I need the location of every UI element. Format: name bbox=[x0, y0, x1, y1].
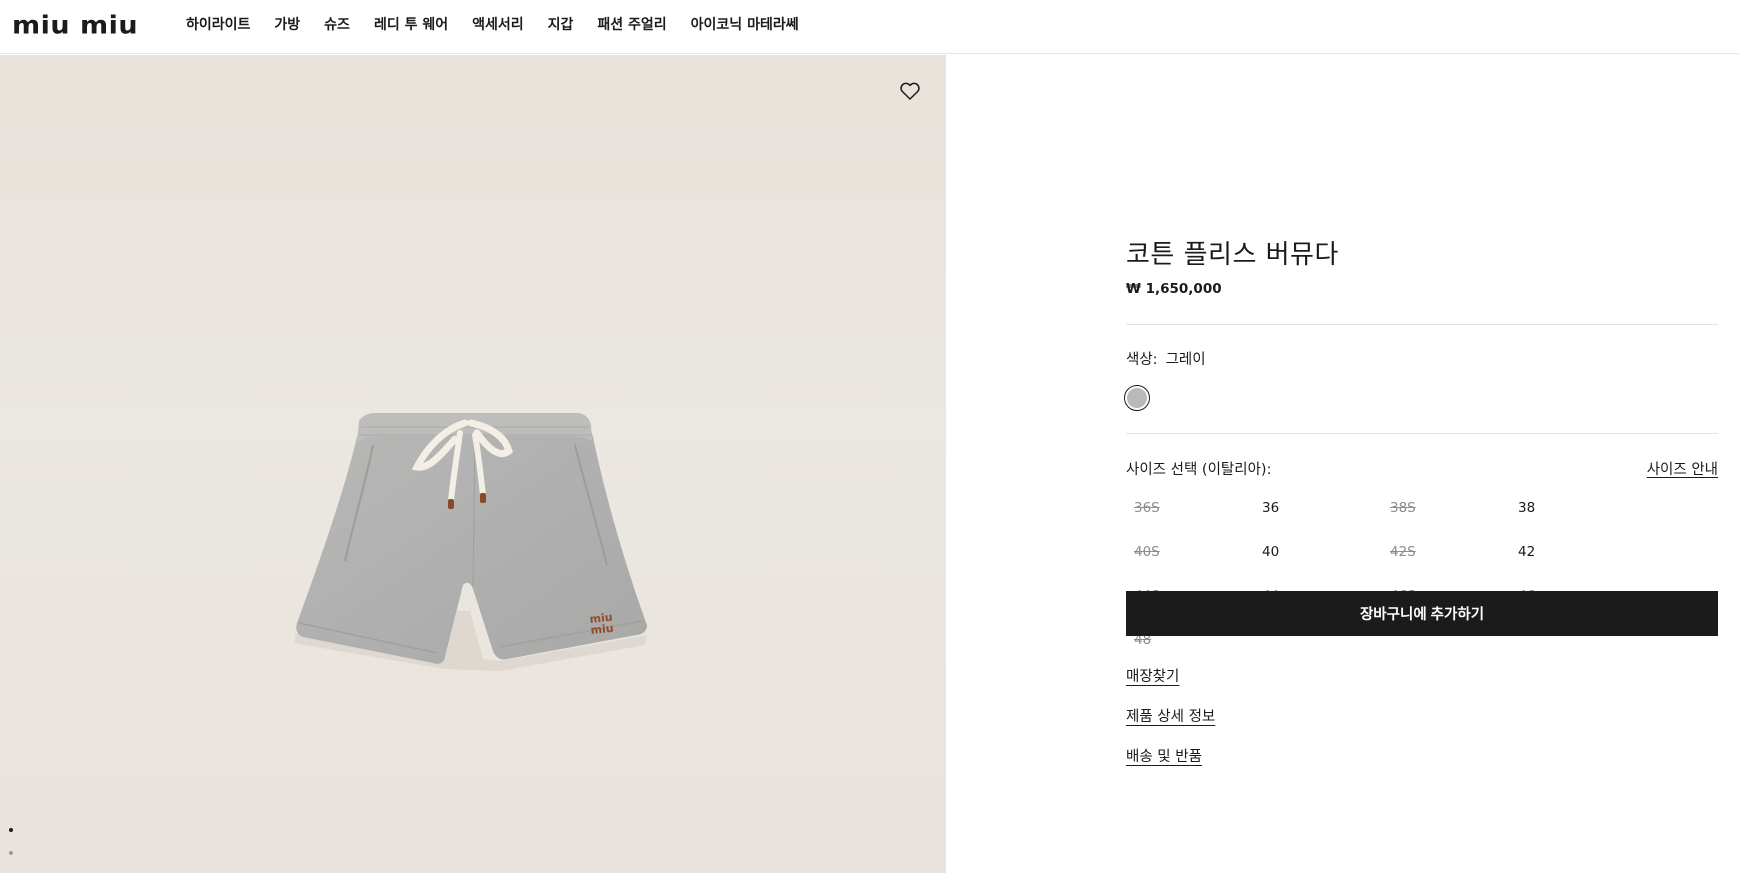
color-value: 그레이 bbox=[1165, 352, 1206, 368]
divider bbox=[1126, 324, 1718, 325]
find-store-link[interactable]: 매장찾기 bbox=[1126, 665, 1179, 686]
divider bbox=[1126, 433, 1718, 434]
brand-logo[interactable]: miu miu bbox=[12, 11, 138, 39]
wishlist-button[interactable] bbox=[898, 79, 922, 103]
size-option[interactable]: 36S bbox=[1126, 497, 1254, 541]
add-to-cart-button[interactable]: 장바구니에 추가하기 bbox=[1126, 591, 1718, 636]
nav-item-shoes[interactable]: 슈즈 bbox=[324, 15, 350, 35]
carousel-dots bbox=[9, 828, 13, 873]
size-option[interactable]: 36 bbox=[1254, 497, 1382, 541]
color-label-row: 색상: 그레이 bbox=[1126, 348, 1206, 369]
product-image-panel[interactable]: miu miu bbox=[0, 55, 946, 873]
size-label: 사이즈 선택 (이탈리아): bbox=[1126, 462, 1272, 478]
product-details-link[interactable]: 제품 상세 정보 bbox=[1126, 705, 1215, 726]
size-option[interactable]: 40S bbox=[1126, 541, 1254, 585]
product-image: miu miu bbox=[295, 413, 647, 671]
color-label: 색상: bbox=[1126, 352, 1158, 368]
color-swatch-grey[interactable] bbox=[1124, 385, 1150, 411]
nav-item-ready-to-wear[interactable]: 레디 투 웨어 bbox=[374, 15, 448, 35]
main-nav: 하이라이트 가방 슈즈 레디 투 웨어 액세서리 지갑 패션 주얼리 아이코닉 … bbox=[186, 15, 823, 35]
carousel-dot[interactable] bbox=[9, 851, 13, 855]
size-header: 사이즈 선택 (이탈리아): 사이즈 안내 bbox=[1126, 458, 1718, 479]
nav-item-fashion-jewelry[interactable]: 패션 주얼리 bbox=[597, 15, 666, 35]
nav-item-bags[interactable]: 가방 bbox=[274, 15, 300, 35]
heart-outline-icon bbox=[900, 82, 920, 100]
nav-item-accessories[interactable]: 액세서리 bbox=[472, 15, 524, 35]
size-option[interactable]: 38 bbox=[1510, 497, 1638, 541]
nav-item-wallets[interactable]: 지갑 bbox=[548, 15, 574, 35]
brand-logo-text: miu miu bbox=[12, 10, 139, 40]
nav-item-iconic-matelasse[interactable]: 아이코닉 마테라쎄 bbox=[691, 15, 799, 35]
carousel-dot-active[interactable] bbox=[9, 828, 13, 832]
color-swatch-fill bbox=[1127, 388, 1147, 408]
size-option[interactable]: 42 bbox=[1510, 541, 1638, 585]
shipping-returns-link[interactable]: 배송 및 반품 bbox=[1126, 745, 1202, 766]
size-option[interactable]: 38S bbox=[1382, 497, 1510, 541]
size-guide-link[interactable]: 사이즈 안내 bbox=[1647, 458, 1718, 479]
size-options: 36S3638S3840S4042S4244S4446S4648 bbox=[1126, 497, 1726, 673]
size-option[interactable]: 40 bbox=[1254, 541, 1382, 585]
product-title: 코튼 플리스 버뮤다 bbox=[1126, 240, 1339, 270]
size-option[interactable]: 42S bbox=[1382, 541, 1510, 585]
svg-text:miu: miu bbox=[590, 622, 614, 637]
nav-item-highlights[interactable]: 하이라이트 bbox=[186, 15, 250, 35]
product-price: ₩ 1,650,000 bbox=[1126, 281, 1222, 297]
site-header: miu miu 하이라이트 가방 슈즈 레디 투 웨어 액세서리 지갑 패션 주… bbox=[0, 0, 1739, 54]
